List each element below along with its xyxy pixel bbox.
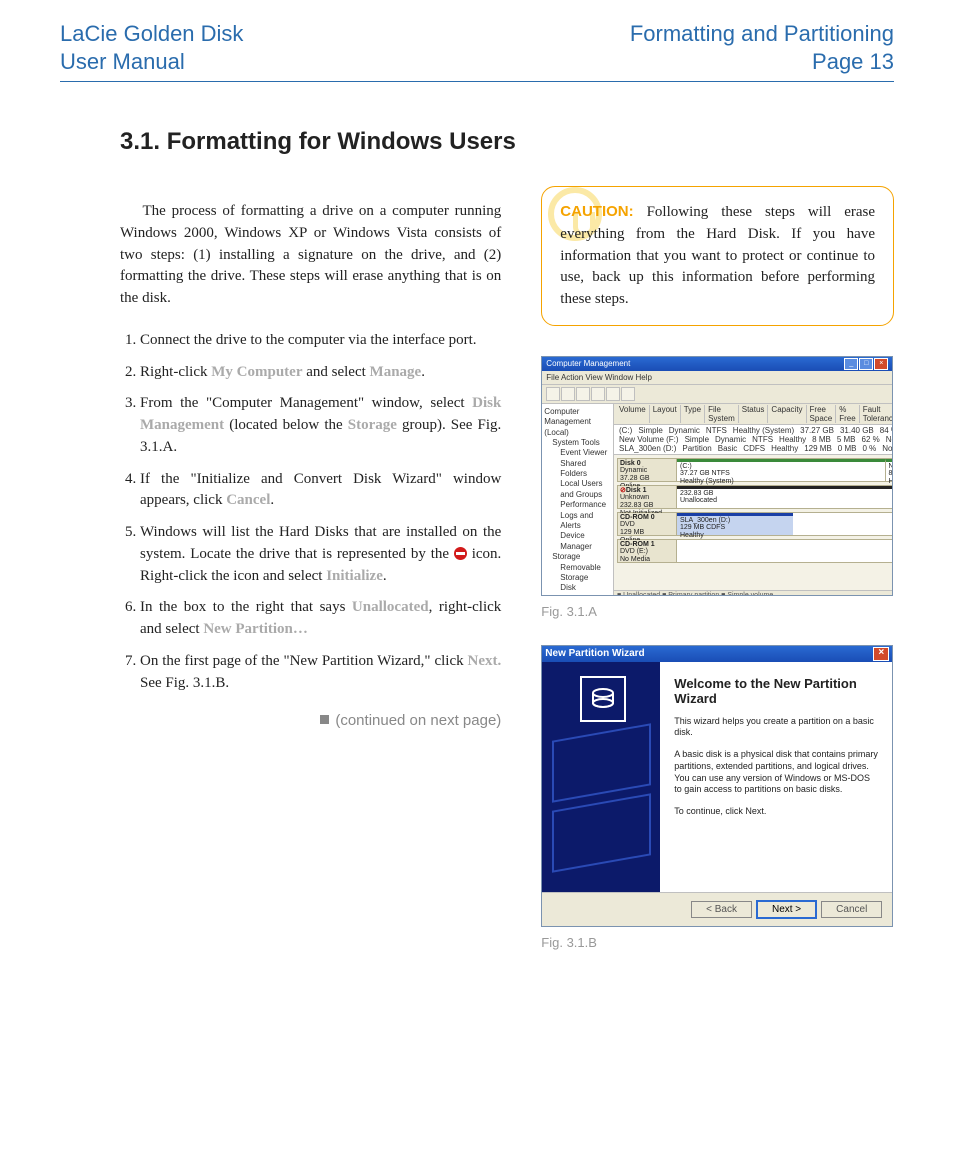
tree-perf-logs[interactable]: Performance Logs and Alerts [560, 500, 611, 531]
wizard-text-3: To continue, click Next. [674, 806, 878, 818]
nav-tree[interactable]: Computer Management (Local) System Tools… [542, 404, 614, 596]
back-button[interactable]: < Back [691, 901, 752, 918]
figure-partition-wizard: New Partition Wizard × Welcome to the Ne… [541, 645, 893, 927]
volume-list[interactable]: (C:)SimpleDynamicNTFSHealthy (System)37.… [614, 425, 893, 454]
wizard-heading: Welcome to the New Partition Wizard [674, 676, 878, 706]
tree-system-tools[interactable]: System Tools [552, 438, 611, 448]
toolbar[interactable] [542, 385, 892, 404]
step-5: Windows will list the Hard Disks that ar… [140, 522, 501, 587]
step-4: If the "Initialize and Convert Disk Wiza… [140, 469, 501, 513]
cdrom-0[interactable]: CD-ROM 0DVD129 MBOnline SLA_300en (D:)12… [617, 512, 893, 536]
volume-list-header: VolumeLayoutTypeFile SystemStatusCapacit… [614, 404, 893, 425]
wizard-title: New Partition Wizard [545, 648, 644, 659]
toolbar-back-icon[interactable] [546, 387, 560, 401]
tree-storage[interactable]: Storage [552, 552, 611, 562]
wizard-banner [542, 662, 660, 892]
step-6: In the box to the right that says Unallo… [140, 597, 501, 641]
term-initialize: Initialize [326, 568, 383, 584]
step-3: From the "Computer Management" window, s… [140, 393, 501, 458]
minimize-button[interactable]: _ [844, 358, 858, 370]
wizard-footer: < BackNext >Cancel [542, 892, 892, 926]
caution-label: CAUTION: [560, 203, 633, 220]
volume-row[interactable]: New Volume (F:)SimpleDynamicNTFSHealthy8… [616, 435, 893, 444]
tree-removable-storage[interactable]: Removable Storage [560, 563, 611, 584]
volume-row[interactable]: (C:)SimpleDynamicNTFSHealthy (System)37.… [616, 426, 893, 435]
next-button[interactable]: Next > [756, 900, 817, 919]
term-my-computer: My Computer [211, 364, 302, 380]
section-title: 3.1. Formatting for Windows Users [120, 128, 894, 156]
window-titlebar: Computer Management _□× [542, 357, 892, 371]
wizard-text-2: A basic disk is a physical disk that con… [674, 749, 878, 796]
header-chapter: Formatting and Partitioning [630, 20, 894, 48]
cdrom-1[interactable]: CD-ROM 1DVD (E:)No Media [617, 539, 893, 563]
cancel-button[interactable]: Cancel [821, 901, 882, 918]
close-button[interactable]: × [874, 358, 888, 370]
wizard-text-1: This wizard helps you create a partition… [674, 716, 878, 739]
steps-list: Connect the drive to the computer via th… [120, 330, 501, 695]
no-entry-icon [454, 547, 467, 560]
figure-computer-management: Computer Management _□× File Action View… [541, 356, 893, 596]
caution-box: CAUTION: Following these steps will eras… [541, 186, 894, 326]
step-2: Right-click My Computer and select Manag… [140, 362, 501, 384]
term-storage: Storage [348, 417, 397, 433]
tree-shared-folders[interactable]: Shared Folders [560, 459, 611, 480]
bullet-square-icon [320, 715, 329, 724]
legend-bar: ■ Unallocated ■ Primary partition ■ Simp… [614, 590, 893, 596]
disk-stack-icon [580, 676, 626, 722]
tree-disk-defrag[interactable]: Disk Defragmenter [560, 583, 611, 595]
disk-outline-icon [552, 723, 651, 802]
toolbar-properties-icon[interactable] [606, 387, 620, 401]
tree-root[interactable]: Computer Management (Local) [544, 407, 611, 438]
tree-event-viewer[interactable]: Event Viewer [560, 448, 611, 458]
window-title: Computer Management [546, 359, 630, 368]
sidebar-column: CAUTION: Following these steps will eras… [541, 186, 894, 976]
figure-a-caption: Fig. 3.1.A [541, 604, 894, 619]
disk-pane[interactable]: Disk 0Dynamic37.28 GBOnline (C:)37.27 GB… [614, 454, 893, 590]
header-product: LaCie Golden Disk [60, 20, 243, 48]
disk-0[interactable]: Disk 0Dynamic37.28 GBOnline (C:)37.27 GB… [617, 458, 893, 482]
toolbar-help-icon[interactable] [621, 387, 635, 401]
step-1: Connect the drive to the computer via th… [140, 330, 501, 352]
maximize-button[interactable]: □ [859, 358, 873, 370]
toolbar-up-icon[interactable] [576, 387, 590, 401]
figure-b-caption: Fig. 3.1.B [541, 935, 894, 950]
continued-note: (continued on next page) [120, 712, 501, 729]
term-new-partition: New Partition… [203, 621, 308, 637]
tree-device-manager[interactable]: Device Manager [560, 531, 611, 552]
step-7: On the first page of the "New Partition … [140, 651, 501, 695]
tree-local-users[interactable]: Local Users and Groups [560, 479, 611, 500]
volume-row[interactable]: SLA_300en (D:)PartitionBasicCDFSHealthy1… [616, 444, 893, 453]
disk-1[interactable]: ⊘Disk 1Unknown232.83 GBNot Initialized 2… [617, 485, 893, 509]
body-column: The process of formatting a drive on a c… [120, 186, 501, 729]
menu-bar[interactable]: File Action View Window Help [542, 371, 892, 385]
header-doc-type: User Manual [60, 48, 243, 76]
page-header: LaCie Golden Disk User Manual Formatting… [60, 20, 894, 82]
close-button[interactable]: × [873, 647, 889, 661]
term-manage: Manage [370, 364, 422, 380]
toolbar-refresh-icon[interactable] [591, 387, 605, 401]
disk-outline-icon [552, 793, 651, 872]
term-next: Next. [468, 653, 502, 669]
toolbar-forward-icon[interactable] [561, 387, 575, 401]
term-cancel: Cancel [226, 492, 270, 508]
intro-paragraph: The process of formatting a drive on a c… [120, 201, 501, 310]
term-unallocated: Unallocated [352, 599, 429, 615]
header-page-number: Page 13 [630, 48, 894, 76]
